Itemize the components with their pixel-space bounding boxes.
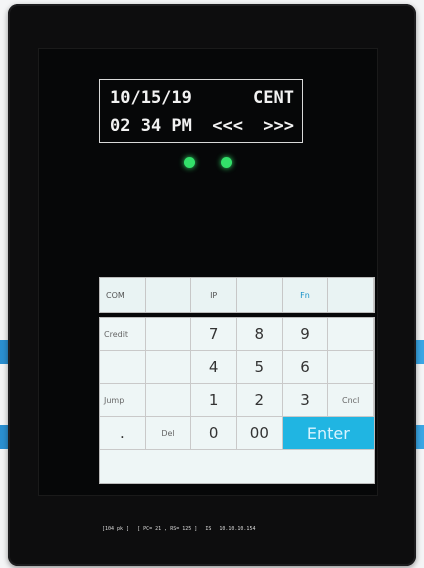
cancel-key[interactable]: Cncl: [328, 384, 374, 417]
com-button[interactable]: COM: [100, 278, 146, 312]
date-label: 10/15/19: [110, 88, 192, 108]
key-grid: Credit 7 8 9 4 5 6 Jump 1 2 3 Cncl . Del…: [99, 317, 375, 484]
key-2[interactable]: 2: [237, 384, 283, 417]
blank-key[interactable]: [145, 384, 192, 417]
clock-panel: 10/15/19 CENT 02 34 PM <<< >>>: [99, 79, 303, 143]
key-6[interactable]: 6: [282, 351, 329, 384]
status-packets: [104 pk ]: [102, 526, 130, 532]
blank-key[interactable]: [145, 351, 192, 384]
status-led-left: [184, 157, 195, 168]
key-4[interactable]: 4: [191, 351, 237, 384]
keypad: COM IP Fn Credit 7 8 9 4 5 6 Jump 1 2 3 …: [99, 277, 375, 484]
status-ip: 10.10.10.154: [219, 526, 256, 532]
blank-key[interactable]: [328, 351, 374, 384]
time-label: 02 34 PM: [110, 116, 192, 136]
key-0[interactable]: 0: [191, 417, 237, 450]
credit-key[interactable]: Credit: [100, 318, 146, 351]
key-3[interactable]: 3: [282, 384, 329, 417]
ip-button[interactable]: IP: [191, 278, 237, 312]
function-bar: COM IP Fn: [99, 277, 375, 313]
key-9[interactable]: 9: [282, 318, 329, 351]
blank-button-1[interactable]: [146, 278, 192, 312]
blank-button-2[interactable]: [237, 278, 283, 312]
terminal-screen: 10/15/19 CENT 02 34 PM <<< >>> COM IP Fn: [38, 48, 378, 532]
key-5[interactable]: 5: [237, 351, 283, 384]
status-leds: [184, 157, 232, 168]
blank-button-3[interactable]: [328, 278, 374, 312]
fn-button[interactable]: Fn: [283, 278, 329, 312]
status-counters: [ PC= 21 , RS= 125 ]: [137, 526, 198, 532]
key-8[interactable]: 8: [237, 318, 283, 351]
dot-key[interactable]: .: [100, 417, 146, 450]
next-button[interactable]: >>>: [263, 116, 294, 136]
status-bar: [104 pk ] [ PC= 21 , RS= 125 ] IS 10.10.…: [99, 523, 378, 535]
enter-key[interactable]: Enter: [282, 417, 374, 450]
key-00[interactable]: 00: [237, 417, 283, 450]
status-tag: IS: [205, 526, 212, 532]
prev-button[interactable]: <<<: [212, 116, 243, 136]
delete-key[interactable]: Del: [145, 417, 192, 450]
blank-key[interactable]: [145, 318, 192, 351]
blank-key[interactable]: [100, 351, 146, 384]
blank-key[interactable]: [328, 318, 374, 351]
key-7[interactable]: 7: [191, 318, 237, 351]
key-1[interactable]: 1: [191, 384, 237, 417]
terminal-device: 10/15/19 CENT 02 34 PM <<< >>> COM IP Fn: [8, 4, 416, 566]
jump-key[interactable]: Jump: [100, 384, 146, 417]
status-led-right: [221, 157, 232, 168]
timezone-label: CENT: [253, 88, 294, 108]
